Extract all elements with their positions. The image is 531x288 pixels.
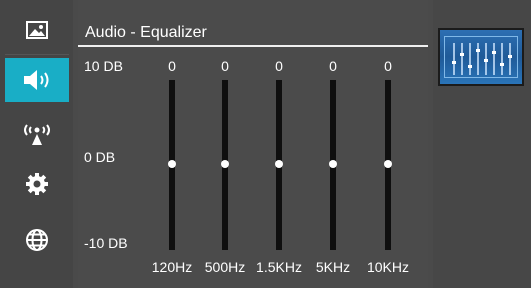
panel-header: Audio - Equalizer: [78, 0, 428, 47]
sidebar-divider: [5, 54, 69, 55]
equalizer-icon: [444, 36, 518, 78]
slider-knob[interactable]: [275, 160, 283, 168]
sidebar-item-audio[interactable]: [5, 58, 69, 102]
slider-knob[interactable]: [329, 160, 337, 168]
band-frequency: 120Hz: [151, 259, 193, 275]
band-frequency: 5KHz: [315, 259, 351, 275]
equalizer-preview-thumbnail: [438, 28, 524, 86]
page-title: Audio - Equalizer: [85, 24, 207, 41]
slider-knob[interactable]: [384, 160, 392, 168]
scale-max-label: 10 DB: [84, 58, 123, 74]
sidebar-item-broadcast[interactable]: [5, 112, 69, 156]
sidebar-item-settings[interactable]: [5, 162, 69, 206]
scale-min-label: -10 DB: [84, 235, 128, 251]
band-value: 0: [329, 58, 337, 74]
picture-icon: [26, 21, 48, 39]
band-value: 0: [275, 58, 283, 74]
broadcast-icon: [22, 122, 52, 146]
equalizer-panel: Audio - Equalizer 10 DB 0 DB -10 DB 0 12…: [78, 0, 428, 288]
band-value: 0: [221, 58, 229, 74]
scale-mid-label: 0 DB: [84, 149, 116, 165]
speaker-icon: [22, 69, 52, 91]
band-frequency: 500Hz: [204, 259, 246, 275]
header-divider: [78, 45, 428, 47]
band-frequency: 10KHz: [366, 259, 410, 275]
sidebar-item-picture[interactable]: [5, 8, 69, 52]
slider-knob[interactable]: [168, 160, 176, 168]
gear-icon: [25, 172, 49, 196]
band-value: 0: [168, 58, 176, 74]
sidebar-item-language[interactable]: [5, 218, 69, 262]
globe-icon: [25, 228, 49, 252]
preview-panel: [433, 0, 531, 288]
band-value: 0: [384, 58, 392, 74]
band-frequency: 1.5KHz: [256, 259, 302, 275]
slider-knob[interactable]: [221, 160, 229, 168]
sidebar: [0, 0, 73, 288]
